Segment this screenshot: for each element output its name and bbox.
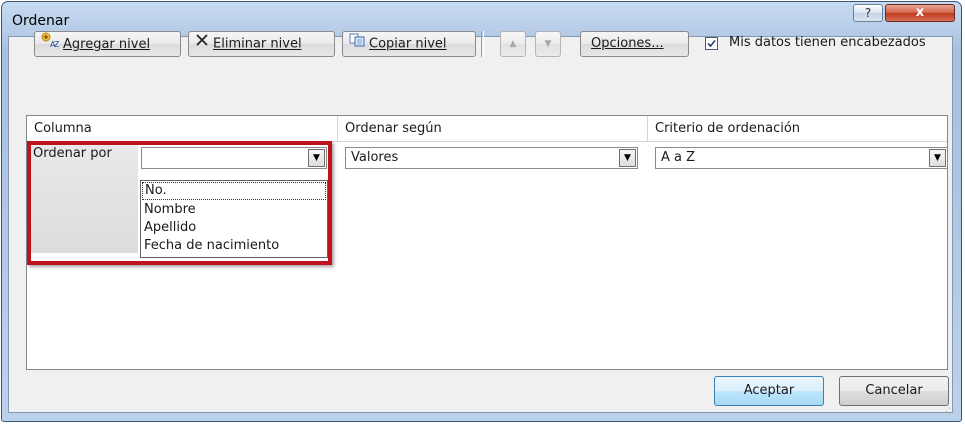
headers-checkbox[interactable] (705, 37, 718, 50)
svg-text:Z: Z (54, 40, 59, 48)
resize-grip-icon[interactable]: ⋰ (945, 404, 955, 414)
add-level-icon: AZ (41, 32, 60, 57)
header-sort-on: Ordenar según (338, 116, 648, 141)
add-level-button[interactable]: AZ Agregar nivel (34, 31, 181, 57)
ok-button[interactable]: Aceptar (714, 376, 824, 406)
window-title: Ordenar (12, 13, 70, 29)
copy-level-label: Copiar nivel (369, 36, 447, 52)
copy-level-button[interactable]: Copiar nivel (342, 31, 476, 57)
chevron-down-icon[interactable]: ▼ (619, 149, 636, 167)
move-up-button[interactable]: ▲ (500, 31, 526, 57)
order-select[interactable]: A a Z ▼ (655, 147, 948, 169)
toolbar-separator (481, 31, 484, 57)
arrow-up-icon: ▲ (509, 39, 517, 49)
options-button[interactable]: Opciones... (580, 31, 689, 57)
highlight-frame (27, 141, 332, 265)
delete-level-button[interactable]: Eliminar nivel (188, 31, 335, 57)
add-level-label: Agregar nivel (63, 37, 151, 52)
chevron-down-icon[interactable]: ▼ (929, 149, 946, 167)
headers-checkbox-label: Mis datos tienen encabezados (729, 35, 926, 50)
copy-icon (349, 32, 365, 56)
delete-x-icon (195, 32, 209, 56)
arrow-down-icon: ▼ (544, 39, 552, 49)
grid-header: Columna Ordenar según Criterio de ordena… (27, 116, 947, 142)
sort-on-select[interactable]: Valores ▼ (345, 147, 638, 169)
header-column: Columna (27, 116, 338, 141)
sort-on-value: Valores (351, 150, 399, 165)
options-label: Opciones... (591, 36, 664, 51)
help-button[interactable]: ? (853, 4, 883, 22)
close-button[interactable]: x (885, 4, 955, 22)
order-value: A a Z (661, 150, 696, 165)
cancel-button[interactable]: Cancelar (839, 376, 949, 406)
delete-level-label: Eliminar nivel (213, 36, 302, 52)
header-order: Criterio de ordenación (655, 121, 801, 136)
move-down-button[interactable]: ▼ (535, 31, 561, 57)
